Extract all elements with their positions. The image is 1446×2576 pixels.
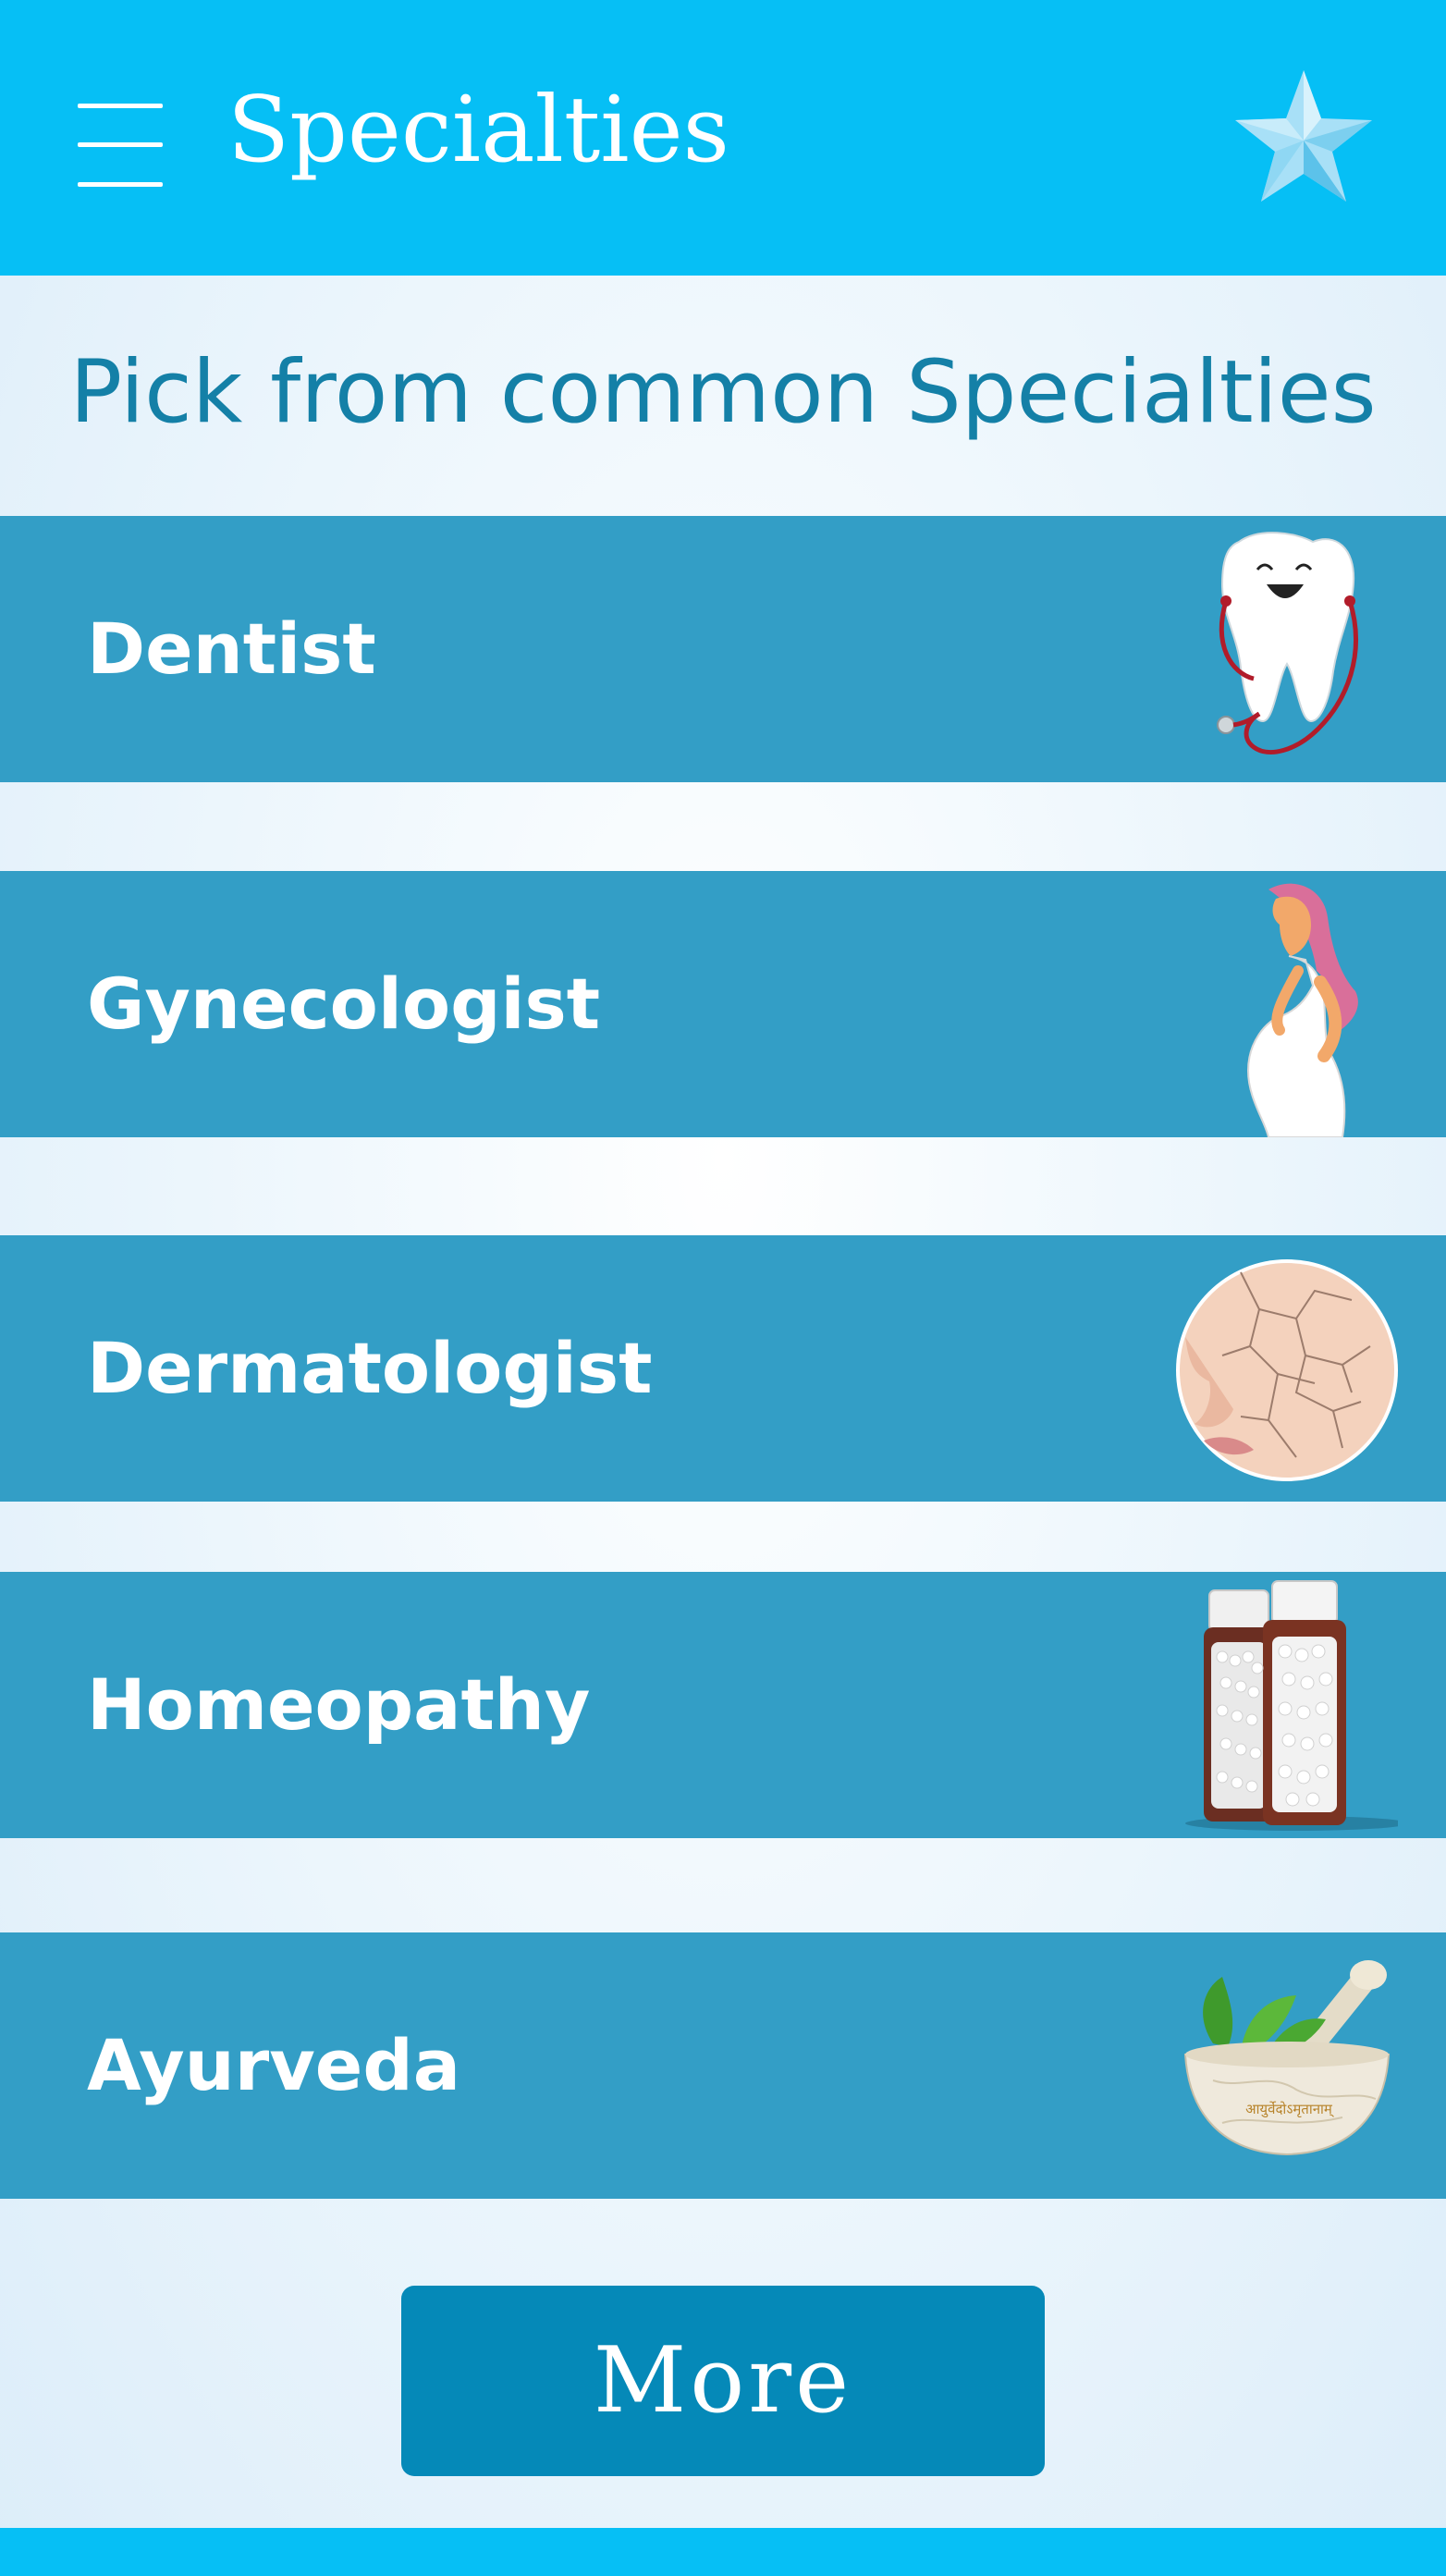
star-icon[interactable] (1230, 67, 1378, 215)
specialty-label: Ayurveda (87, 2024, 461, 2106)
specialty-row-gynecologist[interactable]: Gynecologist (0, 871, 1446, 1138)
specialty-row-homeopathy[interactable]: Homeopathy (0, 1572, 1446, 1838)
dry-skin-face-icon (1158, 1235, 1398, 1502)
page-title: Specialties (227, 78, 729, 183)
bottom-bar (0, 2528, 1446, 2576)
specialty-row-dentist[interactable]: Dentist (0, 516, 1446, 782)
pregnant-woman-icon (1158, 871, 1398, 1138)
specialty-row-dermatologist[interactable]: Dermatologist (0, 1235, 1446, 1502)
section-subtitle: Pick from common Specialties (69, 342, 1377, 443)
specialty-label: Dermatologist (87, 1327, 653, 1409)
mortar-pestle-herbs-icon: आयुर्वेदोऽमृतानाम् (1158, 1932, 1398, 2199)
more-button[interactable]: More (401, 2286, 1045, 2476)
specialty-label: Dentist (87, 607, 376, 690)
mortar-text: आयुर्वेदोऽमृतानाम् (1245, 2101, 1334, 2118)
tooth-stethoscope-icon (1158, 516, 1398, 782)
homeopathy-pills-icon (1158, 1572, 1407, 1838)
app-bar: Specialties (0, 0, 1446, 276)
specialty-row-ayurveda[interactable]: Ayurveda आयुर्वेदोऽमृतानाम् (0, 1932, 1446, 2199)
specialty-label: Gynecologist (87, 963, 601, 1045)
hamburger-menu-icon[interactable] (78, 104, 163, 187)
specialty-label: Homeopathy (87, 1663, 591, 1746)
